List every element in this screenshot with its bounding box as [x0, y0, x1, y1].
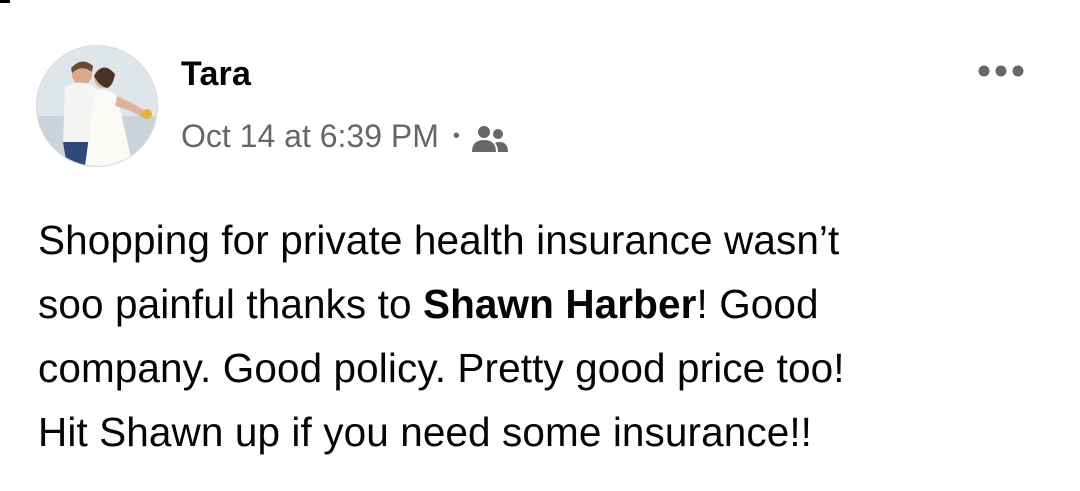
friends-icon[interactable] — [470, 121, 510, 152]
post-text-line-4: Hit Shawn up if you need some insurance!… — [38, 409, 813, 455]
post-text-line-2: soo painful thanks to Shawn Harber! Good — [38, 272, 1048, 336]
author-name[interactable]: Tara — [181, 52, 251, 96]
post-text-line-1: Shopping for private health insurance wa… — [38, 217, 840, 263]
post-timestamp[interactable]: Oct 14 at 6:39 PM — [181, 114, 439, 158]
post-text-line-2-end: ! Good — [696, 281, 819, 327]
post-text-line-3: company. Good policy. Pretty good price … — [38, 345, 845, 391]
corner-artifact — [0, 0, 10, 3]
avatar[interactable] — [37, 46, 157, 166]
post-text-line-2-start: soo painful thanks to — [38, 281, 423, 327]
post-meta: Oct 14 at 6:39 PM • — [181, 114, 510, 158]
profile-photo-icon — [37, 46, 157, 166]
meta-separator: • — [452, 125, 460, 147]
post-text: Shopping for private health insurance wa… — [38, 208, 1048, 464]
mention-link[interactable]: Shawn Harber — [423, 281, 697, 327]
facebook-post: Tara Oct 14 at 6:39 PM • Shopping for pr… — [0, 0, 1080, 491]
more-options-icon[interactable] — [975, 55, 1027, 87]
